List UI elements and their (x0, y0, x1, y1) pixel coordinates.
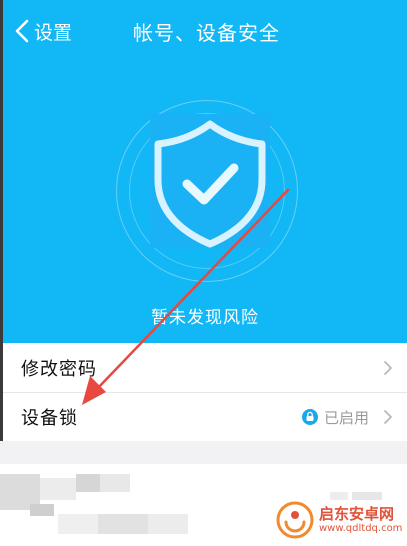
page-title: 帐号、设备安全 (133, 21, 280, 45)
watermark: 启东安卓网 www.qdltdq.com (275, 498, 405, 542)
watermark-logo-icon (276, 501, 314, 539)
blur-block (148, 514, 188, 534)
blur-block (40, 478, 76, 500)
change-password-row[interactable]: 修改密码 (3, 343, 407, 392)
blur-block (58, 514, 98, 534)
watermark-title: 启东安卓网 (319, 505, 395, 523)
device-lock-label: 设备锁 (21, 408, 78, 429)
blur-block (100, 474, 130, 492)
change-password-right (383, 343, 393, 392)
watermark-text: 启东安卓网 www.qdltdq.com (319, 505, 402, 535)
blur-block (98, 514, 148, 534)
chevron-right-icon (384, 410, 392, 424)
security-header: 设置 帐号、设备安全 暂未发现风险 (0, 0, 407, 343)
blur-block (76, 474, 100, 492)
device-lock-right: 已启用 (301, 393, 393, 441)
lock-icon (301, 409, 318, 425)
device-lock-row[interactable]: 设备锁 已启用 (3, 392, 407, 441)
section-gap (0, 442, 407, 464)
blur-block (30, 504, 54, 516)
shield-check-icon (154, 120, 266, 248)
account-device-security-screen: 设置 帐号、设备安全 暂未发现风险 修改密码 设备锁 已启用 启东安卓网 www… (0, 0, 407, 546)
security-status-text: 暂未发现风险 (151, 308, 259, 328)
nav-bar: 设置 帐号、设备安全 (3, 0, 407, 62)
change-password-label: 修改密码 (21, 358, 97, 380)
security-settings-list: 修改密码 设备锁 已启用 (0, 343, 407, 441)
watermark-url: www.qdltdq.com (319, 523, 403, 534)
device-lock-status: 已启用 (323, 408, 369, 427)
chevron-right-icon (384, 360, 392, 375)
